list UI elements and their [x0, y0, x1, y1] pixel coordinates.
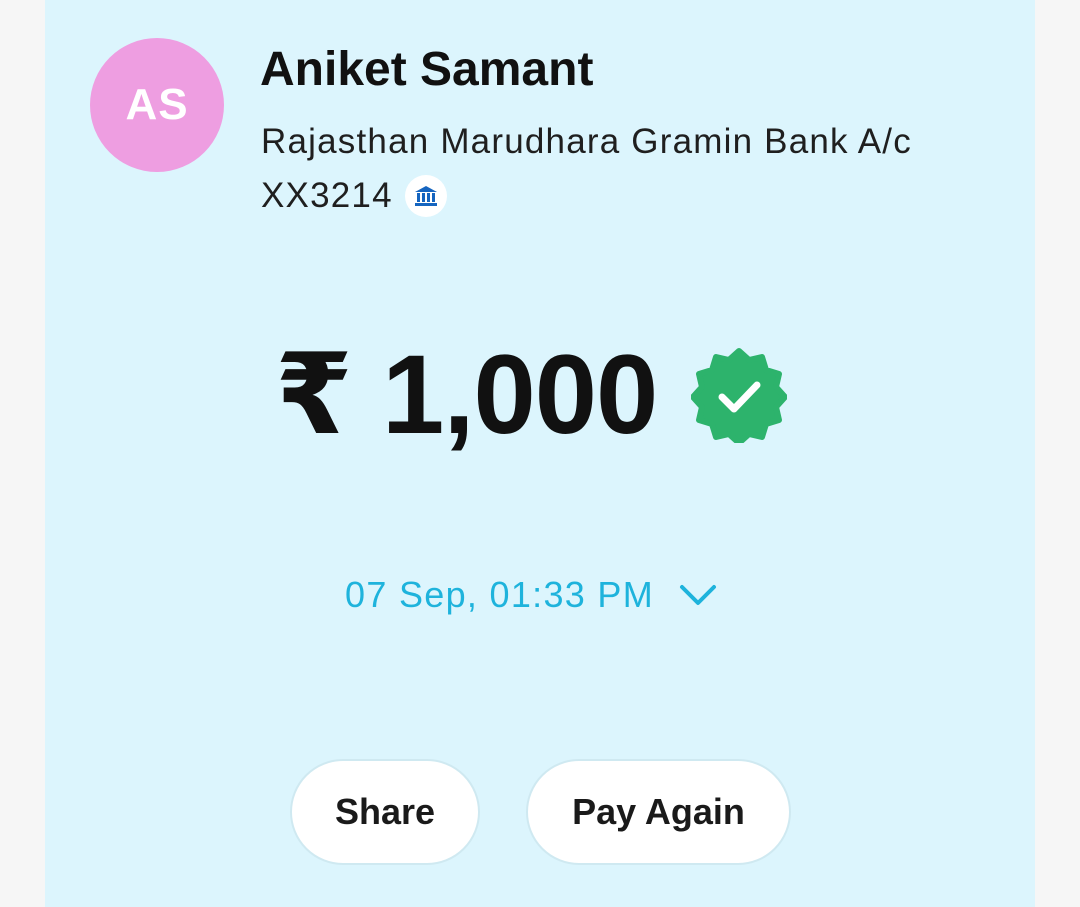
- amount-row: ₹ 1,000: [275, 332, 789, 457]
- share-button[interactable]: Share: [290, 759, 480, 865]
- bank-account-name: Rajasthan Marudhara Gramin Bank A/c: [261, 122, 912, 161]
- bank-account-number-row: XX3214: [261, 175, 447, 217]
- transaction-card: AS Aniket Samant Rajasthan Marudhara Gra…: [45, 0, 1035, 907]
- payee-name: Aniket Samant: [260, 43, 594, 96]
- verified-check-icon: [690, 347, 789, 446]
- amount: ₹ 1,000: [275, 332, 658, 457]
- avatar-initials: AS: [125, 80, 189, 129]
- datetime-toggle[interactable]: 07 Sep, 01:33 PM: [345, 574, 718, 616]
- chevron-down-icon: [680, 585, 716, 605]
- avatar: AS: [90, 38, 224, 172]
- pay-again-button[interactable]: Pay Again: [526, 759, 791, 865]
- bank-icon: [404, 175, 447, 217]
- bank-account-number: XX3214: [261, 176, 393, 215]
- transaction-datetime: 07 Sep, 01:33 PM: [345, 574, 654, 615]
